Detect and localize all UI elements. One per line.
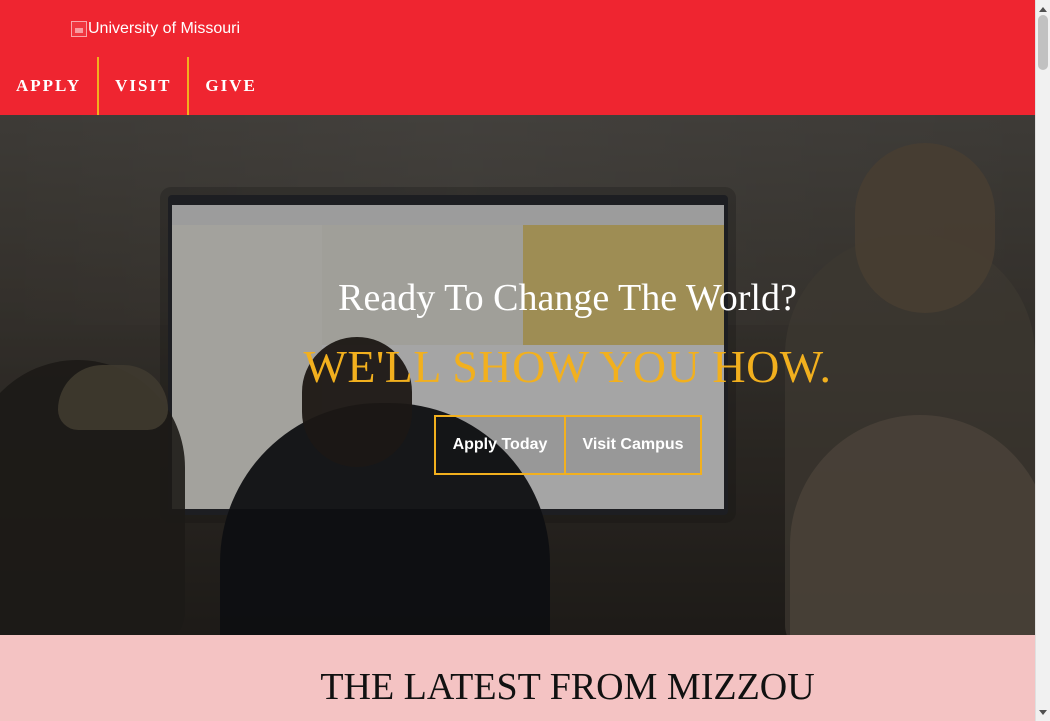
logo-alt-text: University of Missouri [88, 20, 241, 37]
hero-subtitle: WE'LL SHOW YOU HOW. [303, 341, 832, 392]
hero-section: Ready To Change The World? WE'LL SHOW YO… [0, 115, 1035, 635]
latest-section: THE LATEST FROM MIZZOU [0, 635, 1035, 721]
hero-title: Ready To Change The World? [338, 277, 797, 319]
primary-nav: APPLY VISIT GIVE [0, 57, 273, 115]
latest-title: THE LATEST FROM MIZZOU [320, 666, 815, 708]
nav-apply-link[interactable]: APPLY [0, 57, 97, 115]
apply-today-button[interactable]: Apply Today [434, 415, 566, 475]
site-header: University of Missouri APPLY VISIT GIVE [0, 0, 1035, 115]
site-logo[interactable]: University of Missouri [71, 18, 240, 40]
hero-cta-group: Apply Today Visit Campus [434, 415, 702, 475]
page-scrollbar[interactable] [1035, 0, 1050, 721]
broken-image-icon [71, 21, 87, 37]
scroll-down-icon[interactable] [1039, 710, 1047, 715]
page: University of Missouri APPLY VISIT GIVE [0, 0, 1035, 721]
nav-give-link[interactable]: GIVE [187, 57, 272, 115]
scroll-thumb[interactable] [1038, 15, 1048, 70]
scroll-up-icon[interactable] [1039, 7, 1047, 12]
nav-visit-link[interactable]: VISIT [97, 57, 187, 115]
hero-content: Ready To Change The World? WE'LL SHOW YO… [0, 115, 1035, 635]
visit-campus-button[interactable]: Visit Campus [566, 415, 702, 475]
